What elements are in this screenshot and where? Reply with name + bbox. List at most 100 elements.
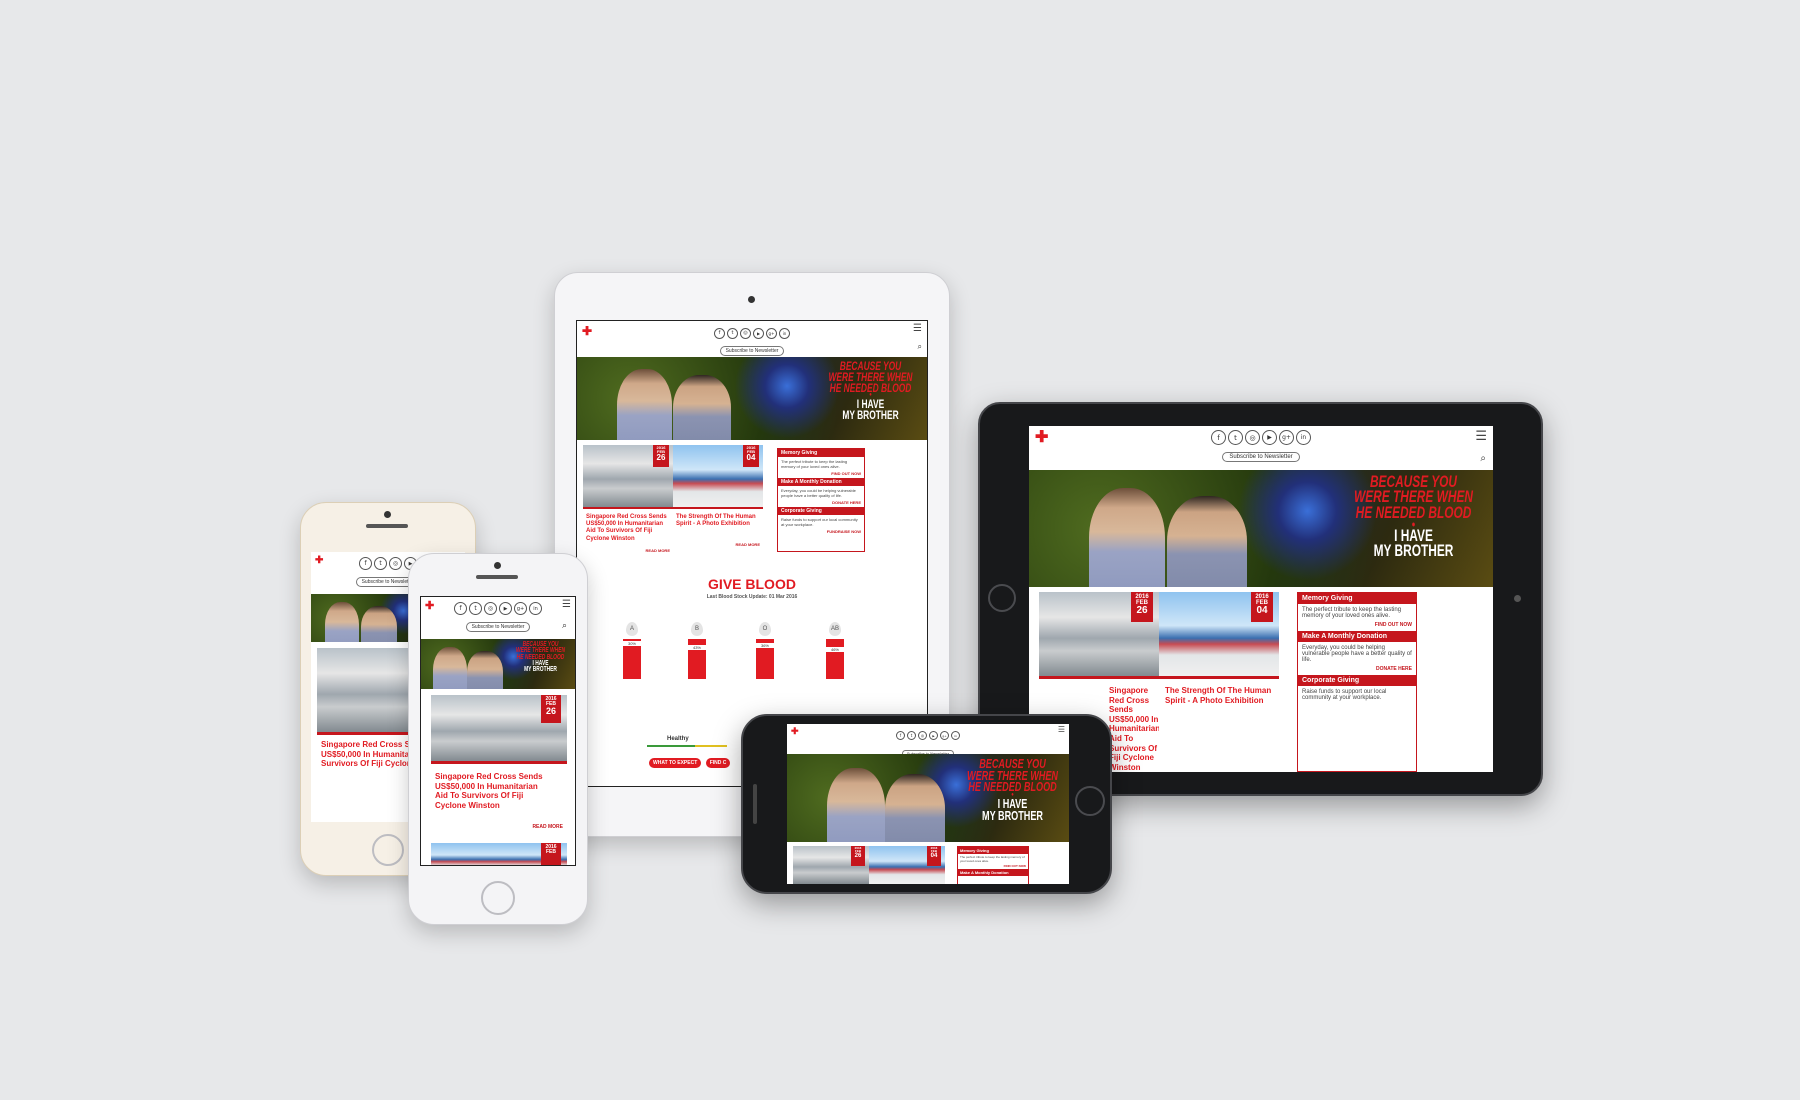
side-text: Everyday, you could be helping vulnerabl… (1302, 645, 1412, 663)
youtube-icon[interactable]: ▶ (1262, 430, 1277, 445)
instagram-icon[interactable]: ◎ (389, 557, 402, 570)
menu-icon[interactable]: ☰ (1058, 725, 1065, 734)
red-cross-logo[interactable]: ✚ (791, 727, 799, 736)
news-card[interactable]: 2016 FEB 26 (793, 846, 869, 884)
social-links: f t ◎ ▶ g+ in (896, 731, 960, 740)
social-links: f t ◎ ▶ g+ in (1211, 430, 1311, 445)
fundraise-now-link[interactable]: FUNDRAISE NOW (778, 529, 864, 536)
menu-icon[interactable]: ☰ (562, 599, 571, 610)
menu-icon[interactable]: ☰ (1475, 429, 1487, 444)
news-card[interactable]: 2016 FEB 04 The Strength Of The Human Spir… (673, 445, 763, 555)
hero-banner[interactable]: BECAUSE YOU WERE THERE WHEN HE NEEDED BL… (1029, 470, 1493, 587)
linkedin-icon[interactable]: in (779, 327, 790, 339)
date-badge: 2016 FEB 26 (653, 445, 669, 467)
twitter-icon[interactable]: t (727, 327, 738, 339)
facebook-icon[interactable]: f (896, 731, 905, 740)
donate-here-link[interactable]: DONATE HERE (778, 500, 864, 507)
date-badge: 2016 FEB 26 (1131, 592, 1153, 622)
menu-icon[interactable]: ☰ (913, 323, 922, 334)
youtube-icon[interactable]: ▶ (499, 602, 512, 615)
date-badge: 2016 FEB 26 (541, 695, 561, 723)
health-scale (647, 745, 727, 747)
news-card[interactable]: 2016 FEB (431, 843, 567, 865)
search-icon[interactable]: ⌕ (1480, 453, 1486, 464)
subscribe-newsletter-button[interactable]: Subscribe to Newsletter (1222, 452, 1300, 462)
linkedin-icon[interactable]: in (529, 602, 542, 615)
facebook-icon[interactable]: f (714, 327, 725, 339)
facebook-icon[interactable]: f (359, 557, 372, 570)
instagram-icon[interactable]: ◎ (740, 327, 751, 339)
giving-panel: Memory Giving The perfect tribute to kee… (1297, 592, 1417, 772)
googleplus-icon[interactable]: g+ (514, 602, 527, 615)
side-text: Raise funds to support our local communi… (1302, 689, 1387, 701)
subscribe-newsletter-button[interactable]: Subscribe to Newsletter (719, 346, 785, 356)
twitter-icon[interactable]: t (1228, 430, 1243, 445)
blood-level-figure: 46% (826, 639, 844, 679)
side-heading: Corporate Giving (1298, 675, 1416, 686)
hero-banner[interactable]: BECAUSE YOU WERE THERE WHEN HE NEEDED BL… (787, 754, 1069, 842)
twitter-icon[interactable]: t (469, 602, 482, 615)
instagram-icon[interactable]: ◎ (918, 731, 927, 740)
facebook-icon[interactable]: f (1211, 430, 1226, 445)
giving-panel: Memory Giving The perfect tribute to kee… (957, 846, 1029, 884)
news-card[interactable]: 2016 FEB 04 (869, 846, 945, 884)
subscribe-newsletter-button[interactable]: Subscribe to Newsletter (465, 622, 531, 632)
read-more-link[interactable]: READ MORE (736, 542, 760, 547)
what-to-expect-button[interactable]: WHAT TO EXPECT (649, 758, 702, 768)
news-title[interactable]: The Strength Of The Human Spirit - A Pho… (1165, 686, 1277, 705)
news-card[interactable]: 2016 FEB 04 The Strength Of The Human Spir… (1159, 592, 1279, 772)
blood-drop-icon: B (691, 622, 703, 636)
date-badge: 2016 FEB 26 (851, 846, 865, 866)
instagram-icon[interactable]: ◎ (1245, 430, 1260, 445)
iphone-silver-device: ✚ f t ◎ ▶ g+ in ☰ Subscribe to Newslette… (408, 553, 588, 925)
twitter-icon[interactable]: t (907, 731, 916, 740)
blood-percent: 46% (826, 647, 844, 652)
find-out-now-link[interactable]: FIND OUT NOW (1298, 622, 1416, 631)
googleplus-icon[interactable]: g+ (766, 327, 777, 339)
donate-here-link[interactable]: DONATE HERE (1298, 666, 1416, 675)
news-card[interactable]: 2016 FEB 26 Singapore Red Cross Sends US$5… (431, 695, 567, 837)
hero-banner[interactable]: BECAUSE YOU WERE THERE WHEN HE NEEDED BL… (577, 357, 927, 440)
red-cross-logo[interactable]: ✚ (315, 556, 323, 566)
linkedin-icon[interactable]: in (1296, 430, 1311, 445)
youtube-icon[interactable]: ▶ (929, 731, 938, 740)
iphone-silver-screen: ✚ f t ◎ ▶ g+ in ☰ Subscribe to Newslette… (420, 596, 576, 866)
side-text: The perfect tribute to keep the lasting … (960, 855, 1025, 863)
side-heading: Corporate Giving (778, 507, 864, 515)
news-title[interactable]: Singapore Red Cross Sends US$50,000 In H… (586, 514, 672, 543)
googleplus-icon[interactable]: g+ (1279, 430, 1294, 445)
read-more-link[interactable]: READ MORE (532, 824, 563, 830)
blood-level-figure: 43% (688, 639, 706, 679)
side-text: The perfect tribute to keep the lasting … (781, 459, 848, 469)
date-badge: 2016 FEB (541, 843, 561, 865)
hero-text: BECAUSE YOU WERE THERE WHEN HE NEEDED BL… (828, 359, 913, 422)
youtube-icon[interactable]: ▶ (753, 327, 764, 339)
news-title[interactable]: Singapore Red Cross Sends US$50,000 In H… (435, 772, 551, 810)
find-button[interactable]: FIND C (705, 758, 731, 768)
social-links: f t ◎ ▶ g+ in (454, 602, 542, 615)
hero-text: BECAUSE YOU WERE THERE WHEN HE NEEDED BL… (516, 641, 565, 674)
news-title[interactable]: The Strength Of The Human Spirit - A Pho… (676, 514, 762, 528)
twitter-icon[interactable]: t (374, 557, 387, 570)
give-blood-title: GIVE BLOOD (708, 576, 796, 592)
googleplus-icon[interactable]: g+ (940, 731, 949, 740)
facebook-icon[interactable]: f (454, 602, 467, 615)
red-cross-logo[interactable]: ✚ (1035, 430, 1048, 446)
news-title[interactable]: Singapore Red Cross Sends US$50,000 In H… (1109, 686, 1159, 772)
hero-banner[interactable]: BECAUSE YOU WERE THERE WHEN HE NEEDED BL… (421, 639, 575, 689)
find-out-now-link[interactable]: FIND OUT NOW (778, 471, 864, 478)
iphone-landscape-device: ✚ f t ◎ ▶ g+ in ☰ Subscribe to Newslette… (741, 714, 1112, 894)
news-card[interactable]: 2016 FEB 26 Singapore Red Cross Sends US$5… (583, 445, 673, 555)
read-more-link[interactable]: READ MORE (646, 548, 670, 553)
red-cross-logo[interactable]: ✚ (425, 601, 434, 612)
red-cross-logo[interactable]: ✚ (582, 325, 592, 337)
date-badge: 2016 FEB 04 (1251, 592, 1273, 622)
blood-percent: 36% (756, 643, 774, 648)
linkedin-icon[interactable]: in (951, 731, 960, 740)
instagram-icon[interactable]: ◎ (484, 602, 497, 615)
side-text: Raise funds to support our local communi… (781, 517, 858, 527)
search-icon[interactable]: ⌕ (918, 342, 922, 352)
iphone-landscape-screen: ✚ f t ◎ ▶ g+ in ☰ Subscribe to Newslette… (787, 724, 1069, 884)
side-heading: Make A Monthly Donation (1298, 631, 1416, 642)
search-icon[interactable]: ⌕ (562, 621, 567, 631)
